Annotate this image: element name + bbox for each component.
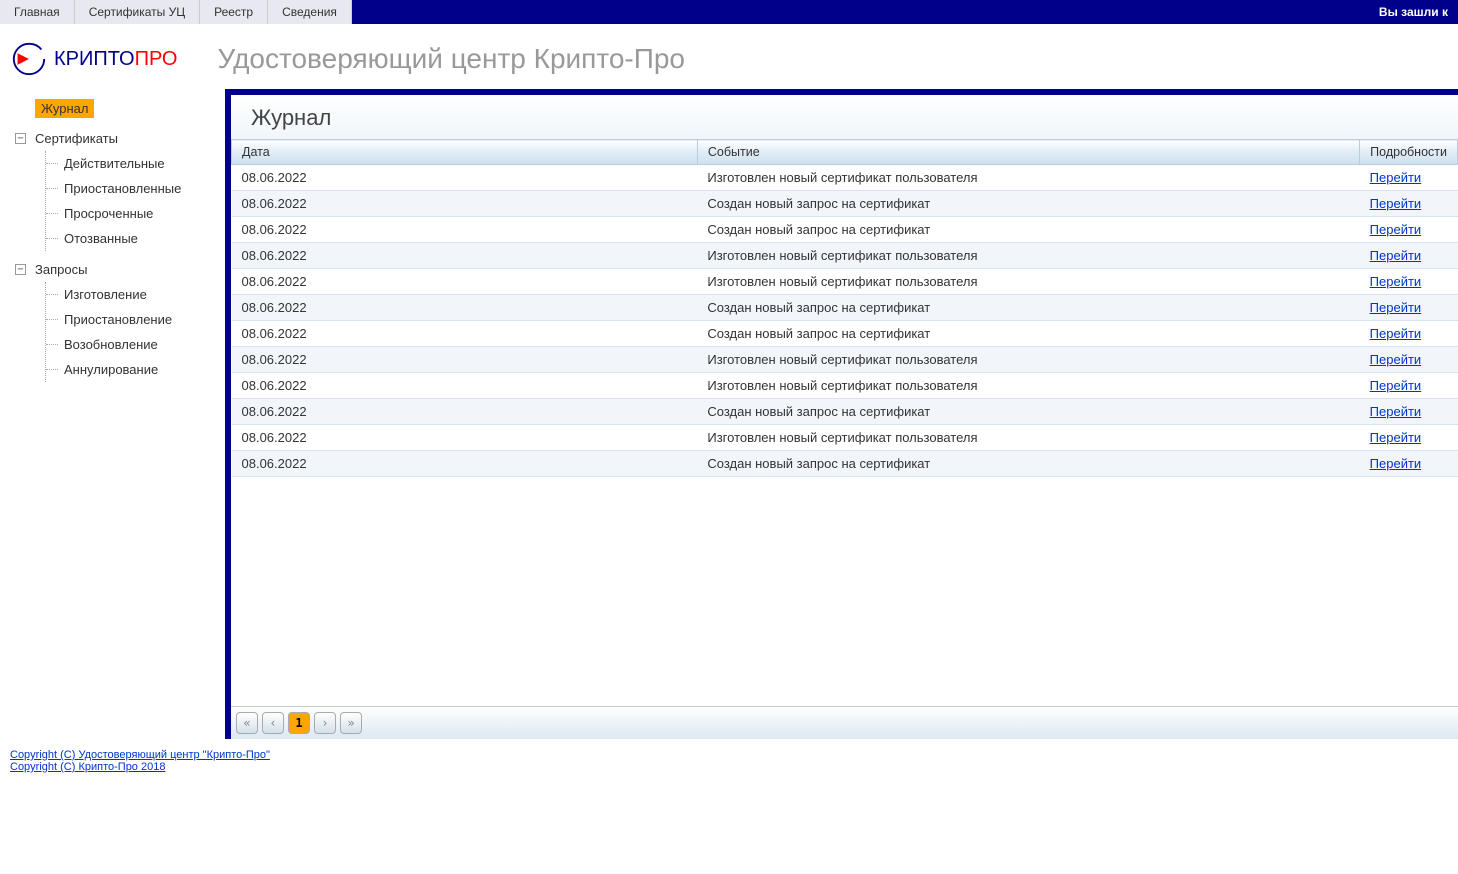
details-link[interactable]: Перейти [1370,456,1422,471]
sidebar-leaf[interactable]: Приостановленные [46,176,225,201]
topmenu-item[interactable]: Сведения [268,0,352,24]
sidebar-group-requests: − Запросы ИзготовлениеПриостановлениеВоз… [15,261,225,382]
topmenu-item[interactable]: Главная [0,0,75,24]
cell-event: Изготовлен новый сертификат пользователя [697,165,1359,191]
footer-link-2[interactable]: Copyright (C) Крипто-Про 2018 [10,761,1448,773]
collapse-icon[interactable]: − [15,133,26,144]
cell-date: 08.06.2022 [232,451,698,477]
sidebar-leaf[interactable]: Изготовление [46,282,225,307]
cell-date: 08.06.2022 [232,373,698,399]
page-title: Удостоверяющий центр Крипто-Про [217,43,685,75]
logo: КРИПТОПРО [10,39,177,79]
top-bar: ГлавнаяСертификаты УЦРеестрСведения Вы з… [0,0,1458,24]
cell-date: 08.06.2022 [232,243,698,269]
login-info: Вы зашли к [1379,5,1448,19]
logo-icon [10,39,48,79]
table-row: 08.06.2022Создан новый запрос на сертифи… [232,191,1458,217]
cell-event: Создан новый запрос на сертификат [697,295,1359,321]
sidebar-leaf[interactable]: Отозванные [46,226,225,251]
cell-event: Создан новый запрос на сертификат [697,451,1359,477]
table-row: 08.06.2022Изготовлен новый сертификат по… [232,269,1458,295]
pager-bar: « ‹ 1 › » [231,706,1458,739]
cell-event: Создан новый запрос на сертификат [697,217,1359,243]
sidebar-item-certificates[interactable]: Сертификаты [15,130,225,147]
content-title: Журнал [231,95,1458,139]
details-link[interactable]: Перейти [1370,300,1422,315]
table-row: 08.06.2022Создан новый запрос на сертифи… [232,295,1458,321]
details-link[interactable]: Перейти [1370,274,1422,289]
sidebar-leaf[interactable]: Действительные [46,151,225,176]
sidebar: Журнал − Сертификаты ДействительныеПриос… [0,89,225,739]
logo-text-2: ПРО [135,48,178,70]
footer-link-1[interactable]: Copyright (C) Удостоверяющий центр "Крип… [10,749,1448,761]
sidebar-group-certificates: − Сертификаты ДействительныеПриостановле… [15,130,225,251]
sidebar-leaf[interactable]: Аннулирование [46,357,225,382]
cell-event: Изготовлен новый сертификат пользователя [697,373,1359,399]
cell-event: Создан новый запрос на сертификат [697,321,1359,347]
sidebar-leaf[interactable]: Приостановление [46,307,225,332]
details-link[interactable]: Перейти [1370,222,1422,237]
table-row: 08.06.2022Изготовлен новый сертификат по… [232,373,1458,399]
footer: Copyright (C) Удостоверяющий центр "Крип… [0,739,1458,773]
cell-date: 08.06.2022 [232,321,698,347]
table-row: 08.06.2022Создан новый запрос на сертифи… [232,399,1458,425]
details-link[interactable]: Перейти [1370,430,1422,445]
table-header-cell[interactable]: Дата [232,140,698,165]
table-row: 08.06.2022Изготовлен новый сертификат по… [232,243,1458,269]
pager-prev-button[interactable]: ‹ [262,712,284,734]
table-row: 08.06.2022Создан новый запрос на сертифи… [232,321,1458,347]
details-link[interactable]: Перейти [1370,326,1422,341]
cell-event: Создан новый запрос на сертификат [697,399,1359,425]
cell-date: 08.06.2022 [232,217,698,243]
sidebar-leaf[interactable]: Возобновление [46,332,225,357]
details-link[interactable]: Перейти [1370,378,1422,393]
details-link[interactable]: Перейти [1370,248,1422,263]
journal-table: ДатаСобытиеПодробности 08.06.2022Изготов… [231,139,1458,477]
cell-event: Изготовлен новый сертификат пользователя [697,243,1359,269]
table-row: 08.06.2022Создан новый запрос на сертифи… [232,451,1458,477]
pager-page-1[interactable]: 1 [288,712,310,734]
table-header-cell[interactable]: Событие [697,140,1359,165]
cell-event: Создан новый запрос на сертификат [697,191,1359,217]
sidebar-leaf[interactable]: Просроченные [46,201,225,226]
header: КРИПТОПРО Удостоверяющий центр Крипто-Пр… [0,24,1458,89]
top-menu: ГлавнаяСертификаты УЦРеестрСведения [0,0,352,24]
table-row: 08.06.2022Изготовлен новый сертификат по… [232,347,1458,373]
pager-next-button[interactable]: › [314,712,336,734]
pager-first-button[interactable]: « [236,712,258,734]
cell-date: 08.06.2022 [232,165,698,191]
content-area: Журнал ДатаСобытиеПодробности 08.06.2022… [225,89,1458,739]
cell-date: 08.06.2022 [232,425,698,451]
pager-last-button[interactable]: » [340,712,362,734]
cell-date: 08.06.2022 [232,295,698,321]
cell-event: Изготовлен новый сертификат пользователя [697,347,1359,373]
topmenu-item[interactable]: Сертификаты УЦ [75,0,200,24]
cell-date: 08.06.2022 [232,399,698,425]
cell-date: 08.06.2022 [232,191,698,217]
table-row: 08.06.2022Создан новый запрос на сертифи… [232,217,1458,243]
cell-date: 08.06.2022 [232,347,698,373]
table-header-cell[interactable]: Подробности [1360,140,1458,165]
topmenu-item[interactable]: Реестр [200,0,268,24]
details-link[interactable]: Перейти [1370,404,1422,419]
details-link[interactable]: Перейти [1370,170,1422,185]
details-link[interactable]: Перейти [1370,352,1422,367]
cell-event: Изготовлен новый сертификат пользователя [697,269,1359,295]
cell-date: 08.06.2022 [232,269,698,295]
table-row: 08.06.2022Изготовлен новый сертификат по… [232,425,1458,451]
table-row: 08.06.2022Изготовлен новый сертификат по… [232,165,1458,191]
sidebar-item-journal[interactable]: Журнал [35,99,94,118]
details-link[interactable]: Перейти [1370,196,1422,211]
collapse-icon[interactable]: − [15,264,26,275]
sidebar-item-requests[interactable]: Запросы [15,261,225,278]
cell-event: Изготовлен новый сертификат пользователя [697,425,1359,451]
logo-text-1: КРИПТО [54,48,135,70]
